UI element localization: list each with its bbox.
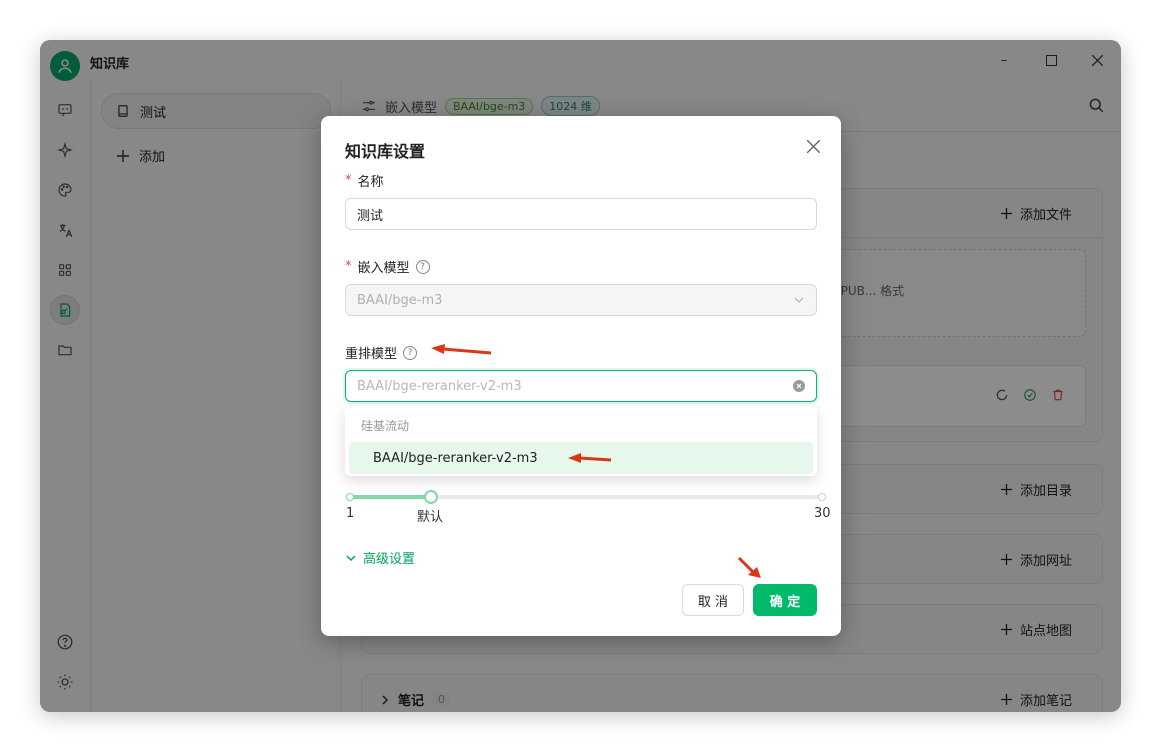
knowledge-settings-dialog: 知识库设置 * 名称 测试 * 嵌入模型 ? BAAI/bge-m3 重排模型 … bbox=[321, 116, 841, 636]
dialog-close-button[interactable] bbox=[801, 134, 825, 158]
rerank-model-placeholder: BAAI/bge-reranker-v2-m3 bbox=[357, 378, 522, 394]
embed-model-select: BAAI/bge-m3 bbox=[345, 284, 817, 316]
rerank-model-select[interactable]: BAAI/bge-reranker-v2-m3 bbox=[345, 370, 817, 402]
slider-default-label: 默认 bbox=[417, 510, 444, 525]
help-icon[interactable]: ? bbox=[403, 345, 418, 360]
name-value: 测试 bbox=[357, 208, 384, 224]
chevron-down-icon bbox=[793, 294, 805, 310]
confirm-button[interactable]: 确 定 bbox=[753, 584, 817, 616]
dropdown-group-label: 硅基流动 bbox=[361, 419, 410, 433]
annotation-arrow bbox=[737, 556, 761, 578]
clear-icon[interactable] bbox=[793, 380, 805, 396]
rerank-model-label: 重排模型 ? bbox=[345, 343, 418, 362]
advanced-settings-label: 高级设置 bbox=[363, 552, 416, 567]
name-input[interactable]: 测试 bbox=[345, 198, 817, 230]
rerank-model-dropdown: 硅基流动 BAAI/bge-reranker-v2-m3 bbox=[345, 406, 817, 476]
dropdown-option-label: BAAI/bge-reranker-v2-m3 bbox=[373, 450, 538, 466]
slider-handle[interactable] bbox=[424, 490, 439, 504]
embed-model-label: * 嵌入模型 ? bbox=[345, 257, 430, 276]
cancel-button[interactable]: 取 消 bbox=[682, 584, 744, 616]
embed-model-label-text: 嵌入模型 bbox=[357, 261, 410, 276]
name-label: * 名称 bbox=[345, 171, 384, 190]
dialog-title: 知识库设置 bbox=[345, 142, 426, 161]
slider-max-label: 30 bbox=[814, 506, 831, 521]
embed-model-value: BAAI/bge-m3 bbox=[357, 292, 443, 308]
close-icon bbox=[806, 139, 820, 153]
slider-min-dot bbox=[346, 493, 354, 501]
slider-max-dot bbox=[818, 493, 826, 501]
annotation-arrow bbox=[431, 344, 492, 355]
required-mark: * bbox=[345, 259, 352, 274]
required-mark: * bbox=[345, 173, 352, 188]
slider-track[interactable] bbox=[346, 490, 826, 504]
advanced-settings-toggle[interactable]: 高级设置 bbox=[345, 548, 415, 567]
slider-min-label: 1 bbox=[346, 506, 355, 521]
rerank-model-label-text: 重排模型 bbox=[345, 347, 398, 362]
slider-fill bbox=[350, 495, 432, 499]
chevron-down-icon bbox=[346, 554, 356, 561]
name-label-text: 名称 bbox=[357, 175, 384, 190]
help-icon[interactable]: ? bbox=[415, 259, 430, 274]
annotation-arrow bbox=[568, 453, 612, 463]
